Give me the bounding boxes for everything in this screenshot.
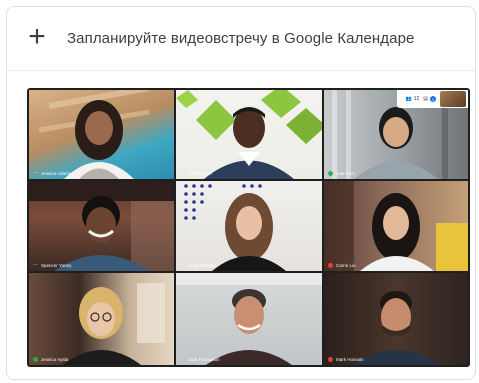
people-icon: 👥 (405, 96, 412, 102)
participant-tile: Jessica Ayala (29, 273, 174, 365)
schedule-meeting-label: Запланируйте видеовстречу в Google Кален… (67, 30, 415, 47)
participant-tile: ⋯ Jack Thompson (176, 273, 322, 365)
mic-on-icon (33, 357, 38, 362)
people-count: 12 (413, 96, 420, 102)
self-view-thumbnail[interactable] (440, 91, 466, 107)
speaking-icon: ⋯ (180, 356, 185, 362)
speaking-icon: ⋯ (33, 170, 38, 176)
participant-video (176, 90, 322, 179)
participant-tile: Carrie Liu (324, 181, 468, 271)
participant-name: Carrie Liu (336, 263, 356, 268)
participant-name: Anna Williams (188, 262, 217, 268)
participant-tile: ⋯ Jessica Adams (29, 90, 174, 179)
participant-video (29, 181, 174, 271)
speaking-icon: ⋯ (33, 262, 38, 268)
participant-name: Jessica Ayala (41, 357, 69, 362)
meeting-toolbar: 👥 12 ▤ 1 (397, 90, 468, 108)
plus-icon: + (28, 19, 46, 53)
participant-tile: ⋯ Jeff Stetson (176, 90, 322, 179)
mic-off-icon (328, 263, 333, 268)
meet-card: + Запланируйте видеовстречу в Google Кал… (6, 6, 476, 380)
participant-name: Jeff Stetson (188, 170, 212, 176)
participant-video (324, 181, 468, 271)
mic-off-icon (328, 357, 333, 362)
chat-badge: 1 (430, 96, 436, 102)
participant-name: Spencer Yaney (41, 262, 72, 268)
people-button[interactable]: 👥 12 (405, 96, 419, 102)
participant-video (38, 90, 150, 179)
participant-name: Jaan Kim (336, 171, 355, 176)
participant-name: Mark Hossain (336, 357, 364, 362)
participant-name: Jack Thompson (188, 356, 220, 362)
participant-name: Jessica Adams (41, 170, 72, 176)
participant-video (63, 283, 165, 365)
chat-button[interactable]: ▤ 1 (423, 96, 436, 102)
chat-icon: ▤ (423, 96, 428, 102)
participant-video (352, 291, 440, 365)
schedule-meeting-row[interactable]: + Запланируйте видеовстречу в Google Кал… (7, 7, 475, 71)
mic-on-icon (328, 171, 333, 176)
participant-tile: ⋯ Anna Williams (176, 181, 322, 271)
participant-tile: Mark Hossain (324, 273, 468, 365)
video-grid-preview: ⋯ Jessica Adams ⋯ Jeff Stetson Jaan Kim … (27, 88, 470, 367)
speaking-icon: ⋯ (180, 170, 185, 176)
speaking-icon: ⋯ (180, 262, 185, 268)
participant-video (176, 273, 322, 365)
participant-video (184, 184, 286, 271)
participant-tile: ⋯ Spencer Yaney (29, 181, 174, 271)
